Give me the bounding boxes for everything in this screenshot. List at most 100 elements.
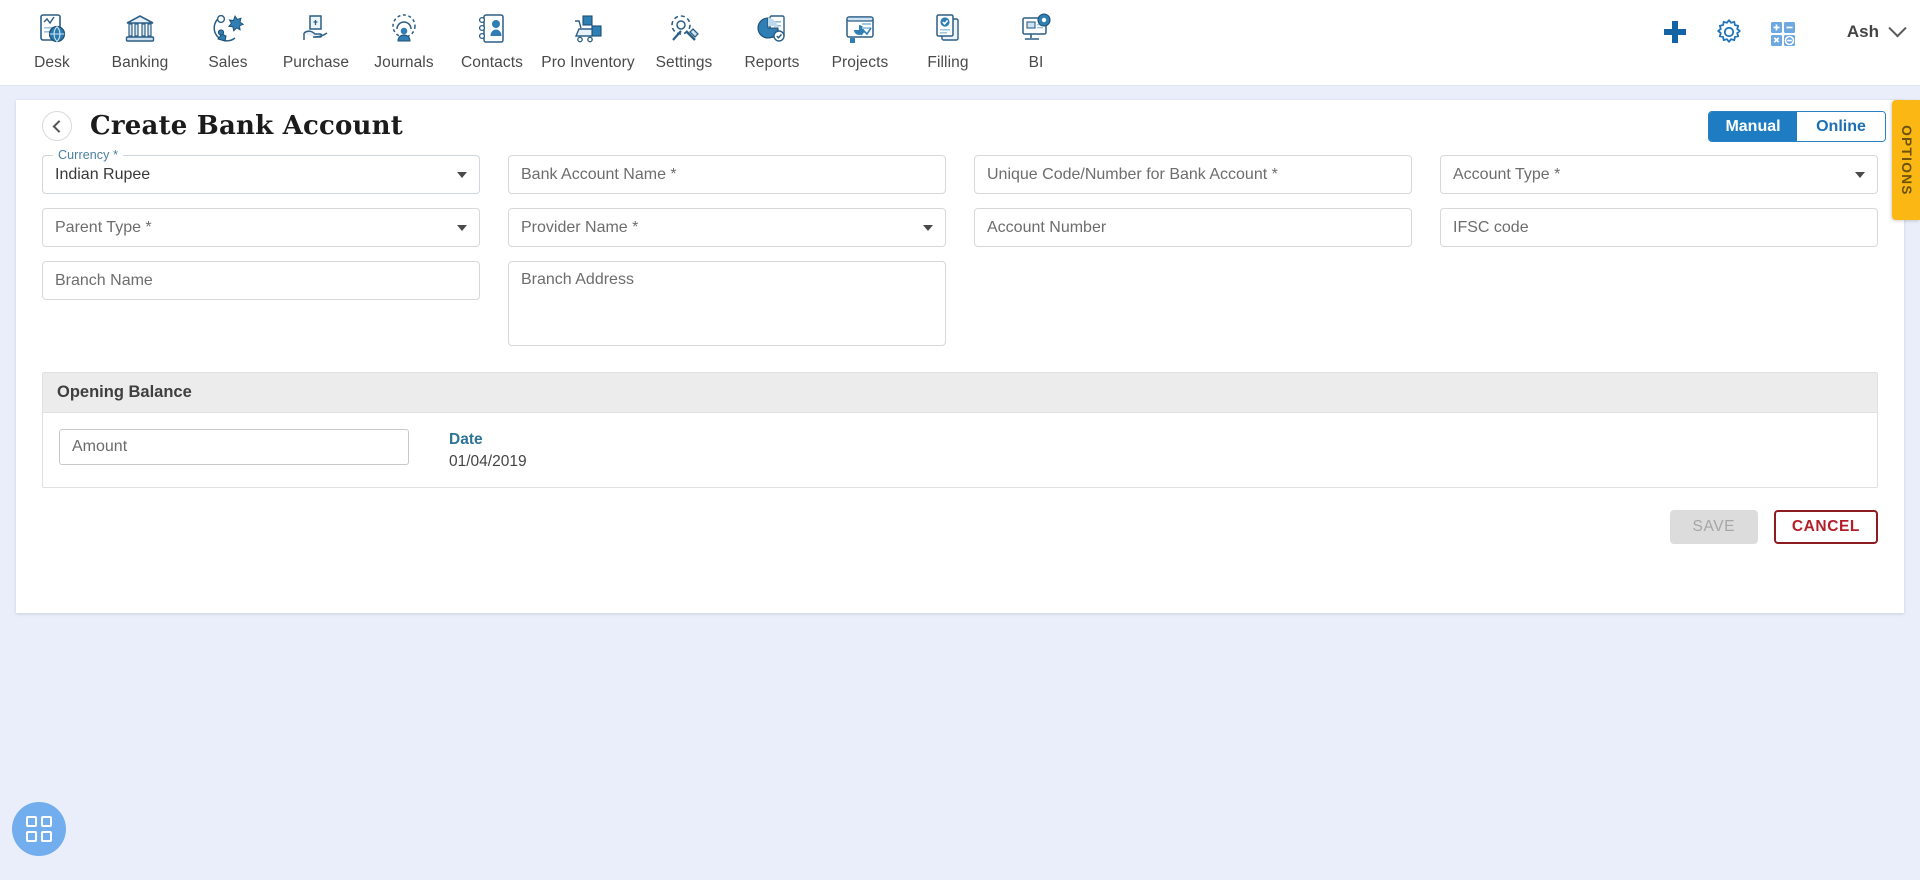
options-tab-label: OPTIONS [1898,124,1914,196]
calculator-icon[interactable] [1769,18,1797,46]
chevron-down-icon [457,224,467,231]
unique-code-input[interactable]: Unique Code/Number for Bank Account * [974,155,1412,194]
nav-label: Desk [34,54,70,71]
save-button[interactable]: SAVE [1669,510,1758,544]
amount-input[interactable]: Amount [59,429,409,465]
branch-address-placeholder: Branch Address [521,271,634,288]
page-title: Create Bank Account [90,111,403,141]
user-name: Ash [1846,22,1879,41]
nav-item-reports[interactable]: Reports [728,6,816,72]
parent-type-cell: Parent Type * [42,208,508,247]
journals-icon [387,8,421,50]
nav-label: Contacts [461,54,523,71]
nav-label: Filling [927,54,969,71]
chevron-down-icon [457,171,467,178]
opening-balance-date: Date 01/04/2019 [449,429,527,471]
bank-account-name-placeholder: Bank Account Name * [521,165,677,183]
top-navigation-bar: Desk Banking Sales Purchase Journals Con… [0,0,1920,86]
account-number-input[interactable]: Account Number [974,208,1412,247]
purchase-icon [299,8,333,50]
currency-select[interactable]: Currency * Indian Rupee [42,148,480,194]
user-menu[interactable]: Ash [1846,18,1907,42]
nav-item-bi[interactable]: BI [992,6,1080,72]
nav-item-contacts[interactable]: Contacts [448,6,536,72]
sales-icon [211,8,245,50]
parent-type-select[interactable]: Parent Type * [42,208,480,247]
currency-value: Indian Rupee [55,165,151,183]
nav-item-banking[interactable]: Banking [96,6,184,72]
chevron-down-icon [923,224,933,231]
ifsc-code-cell: IFSC code [1440,208,1878,247]
branch-name-input[interactable]: Branch Name [42,261,480,300]
nav-item-desk[interactable]: Desk [8,6,96,72]
mode-toggle: Manual Online [1708,111,1886,142]
nav-item-journals[interactable]: Journals [360,6,448,72]
card-header: Create Bank Account Manual Online [16,100,1904,152]
currency-cell: Currency * Indian Rupee [42,148,508,194]
parent-type-placeholder: Parent Type * [55,218,152,236]
nav-item-filling[interactable]: Filling [904,6,992,72]
form-row-3: Branch Name Branch Address [42,261,1878,346]
back-button[interactable] [42,111,72,141]
ifsc-code-placeholder: IFSC code [1453,218,1529,236]
branch-address-cell: Branch Address [508,261,974,346]
reports-icon [755,8,789,50]
form-row-2: Parent Type * Provider Name * Account Nu… [42,208,1878,247]
branch-name-cell: Branch Name [42,261,508,346]
filling-icon [931,8,965,50]
dashboard-icon [35,8,69,50]
unique-code-placeholder: Unique Code/Number for Bank Account * [987,165,1278,183]
amount-placeholder: Amount [72,438,128,455]
plus-icon[interactable] [1661,18,1689,46]
branch-address-textarea[interactable]: Branch Address [508,261,946,346]
provider-name-placeholder: Provider Name * [521,218,639,236]
nav-label: Projects [831,54,889,71]
account-number-placeholder: Account Number [987,218,1107,236]
account-type-placeholder: Account Type * [1453,165,1561,183]
bank-icon [123,8,157,50]
nav-label: Banking [111,54,169,71]
row3-spacer-a [974,261,1440,346]
nav-label: Reports [744,54,800,71]
apps-fab-button[interactable] [12,802,66,856]
chevron-left-icon [52,119,65,133]
ifsc-code-input[interactable]: IFSC code [1440,208,1878,247]
opening-balance-section: Opening Balance Amount Date 01/04/2019 [42,372,1878,488]
opening-balance-title: Opening Balance [43,373,1877,413]
nav-item-settings[interactable]: Settings [640,6,728,72]
date-value[interactable]: 01/04/2019 [449,453,527,471]
bank-account-name-cell: Bank Account Name * [508,155,974,194]
account-type-cell: Account Type * [1440,155,1878,194]
form-row-1: Currency * Indian Rupee Bank Account Nam… [42,148,1878,194]
projects-icon [843,8,877,50]
nav-label: Purchase [282,54,350,71]
nav-item-projects[interactable]: Projects [816,6,904,72]
topbar-right-actions: Ash [1661,18,1907,46]
provider-name-select[interactable]: Provider Name * [508,208,946,247]
unique-code-cell: Unique Code/Number for Bank Account * [974,155,1440,194]
chevron-down-icon [1855,171,1865,178]
tab-online[interactable]: Online [1797,112,1885,141]
inventory-icon [571,8,605,50]
bank-account-form: Currency * Indian Rupee Bank Account Nam… [16,148,1904,346]
date-label: Date [449,431,483,448]
opening-balance-body: Amount Date 01/04/2019 [43,413,1877,487]
tab-manual[interactable]: Manual [1709,112,1797,141]
cancel-button[interactable]: CANCEL [1773,510,1878,544]
gear-icon[interactable] [1715,18,1743,46]
nav-item-purchase[interactable]: Purchase [272,6,360,72]
grid-apps-icon [26,816,52,842]
nav-items-container: Desk Banking Sales Purchase Journals Con… [0,6,1080,72]
options-side-tab[interactable]: OPTIONS [1892,100,1920,220]
nav-item-sales[interactable]: Sales [184,6,272,72]
bank-account-name-input[interactable]: Bank Account Name * [508,155,946,194]
form-actions: SAVE CANCEL [16,488,1904,544]
nav-label: Sales [208,54,248,71]
branch-name-placeholder: Branch Name [55,271,153,289]
account-type-select[interactable]: Account Type * [1440,155,1878,194]
chevron-down-icon[interactable] [1888,18,1907,37]
contacts-icon [475,8,509,50]
bi-icon [1019,8,1053,50]
nav-label: Settings [655,54,713,71]
nav-item-pro-inventory[interactable]: Pro Inventory [536,6,640,72]
